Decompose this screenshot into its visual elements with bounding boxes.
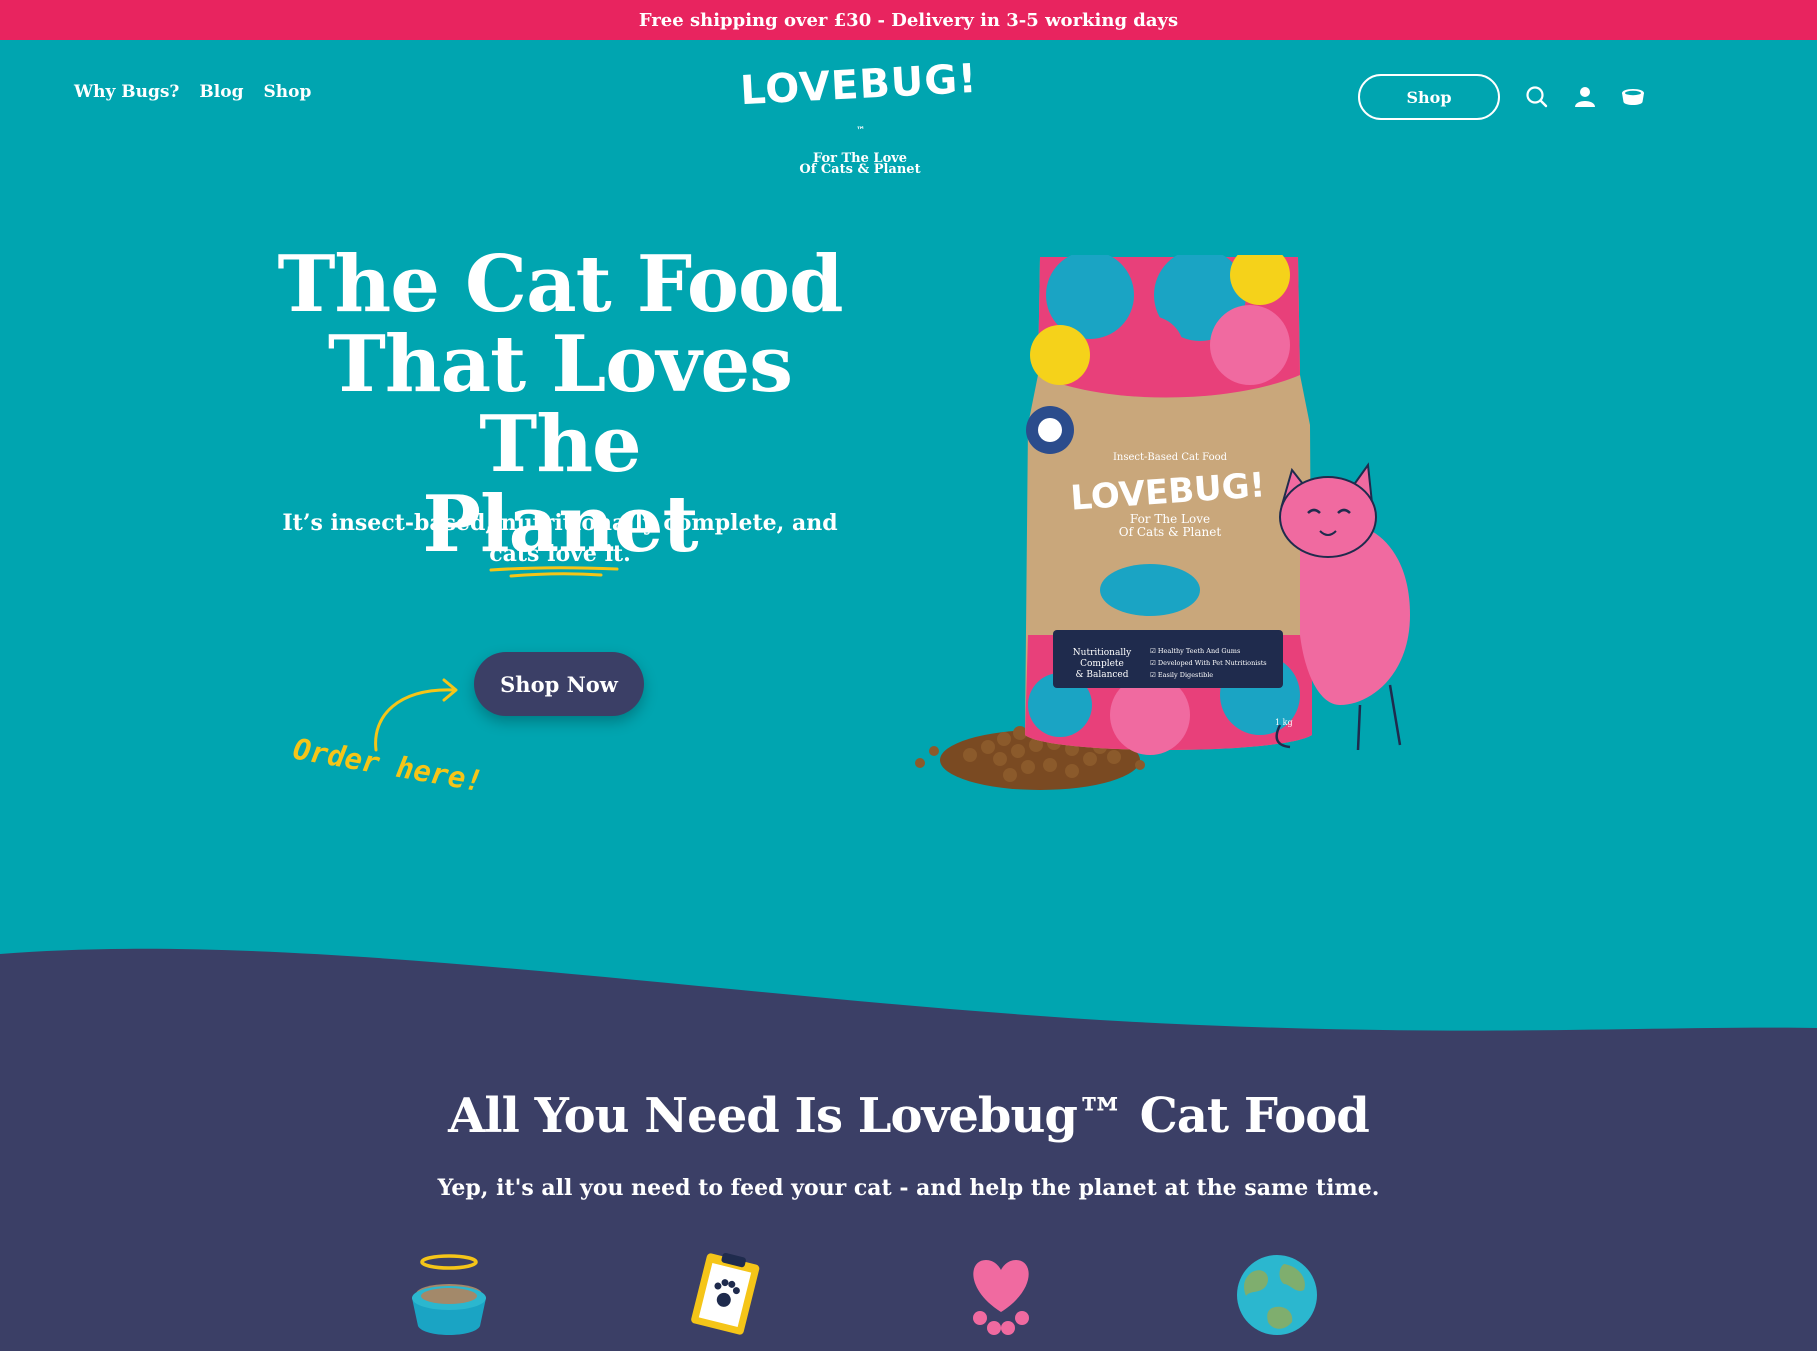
main-nav: Why Bugs? Blog Shop (74, 82, 311, 102)
hero-title-line-2: That Loves The (327, 319, 793, 490)
site-logo[interactable]: LOVEBUG!™ For The Love Of Cats & Planet (739, 56, 980, 176)
hero-title-line-1: The Cat Food (277, 239, 843, 330)
account-icon[interactable] (1572, 84, 1598, 110)
bag-panel-title-3: & Balanced (1075, 670, 1128, 680)
bag-panel-title-1: Nutritionally (1073, 648, 1132, 658)
announcement-text: Free shipping over £30 - Delivery in 3-5… (638, 9, 1179, 31)
logo-wordmark: LOVEBUG!™ (739, 55, 979, 137)
underline-scribble (489, 566, 619, 578)
hero-subtitle: It’s insect-based, nutritionally complet… (280, 508, 840, 578)
nav-blog[interactable]: Blog (199, 82, 243, 102)
header-shop-button[interactable]: Shop (1358, 74, 1500, 120)
nav-shop[interactable]: Shop (263, 82, 311, 102)
header-shop-label: Shop (1406, 87, 1452, 107)
section-title: All You Need Is Lovebug™ Cat Food (448, 1088, 1370, 1144)
bag-panel-point-3: ☑ Easily Digestible (1150, 671, 1213, 679)
search-icon[interactable] (1524, 84, 1550, 110)
product-bag-illustration: Insect-Based Cat Food LOVEBUG! For The L… (915, 255, 1410, 790)
heart-paw-icon (973, 1260, 1029, 1335)
bag-tagline-1: For The Love (1130, 512, 1210, 526)
bag-panel-title-2: Complete (1080, 659, 1124, 669)
hero-subtitle-line-1: It’s insect-based, nutritionally complet… (282, 510, 838, 536)
bag-weight: 1 kg (1275, 718, 1293, 727)
section-wave-background (0, 948, 1817, 1351)
nav-why-bugs[interactable]: Why Bugs? (74, 82, 179, 102)
hero-subtitle-line-2: cats love it. (489, 539, 631, 578)
food-bowl-halo-icon (412, 1254, 486, 1335)
shop-now-button[interactable]: Shop Now (474, 652, 644, 716)
bag-panel-point-1: ☑ Healthy Teeth And Gums (1150, 647, 1240, 655)
cart-bowl-icon[interactable] (1620, 84, 1646, 110)
shop-now-label: Shop Now (500, 671, 618, 697)
site-header: Why Bugs? Blog Shop LOVEBUG!™ For The Lo… (0, 40, 1817, 176)
arrow-doodle-icon (374, 678, 458, 752)
bag-panel-point-2: ☑ Developed With Pet Nutritionists (1150, 659, 1267, 667)
clipboard-paw-icon (691, 1252, 760, 1335)
announcement-bar: Free shipping over £30 - Delivery in 3-5… (0, 0, 1817, 40)
section-subtitle: Yep, it's all you need to feed your cat … (437, 1175, 1380, 1201)
earth-icon (1237, 1255, 1317, 1335)
logo-tagline-2: Of Cats & Planet (799, 162, 921, 177)
bag-tagline-2: Of Cats & Planet (1119, 525, 1222, 539)
bag-label-top: Insect-Based Cat Food (1113, 452, 1228, 463)
